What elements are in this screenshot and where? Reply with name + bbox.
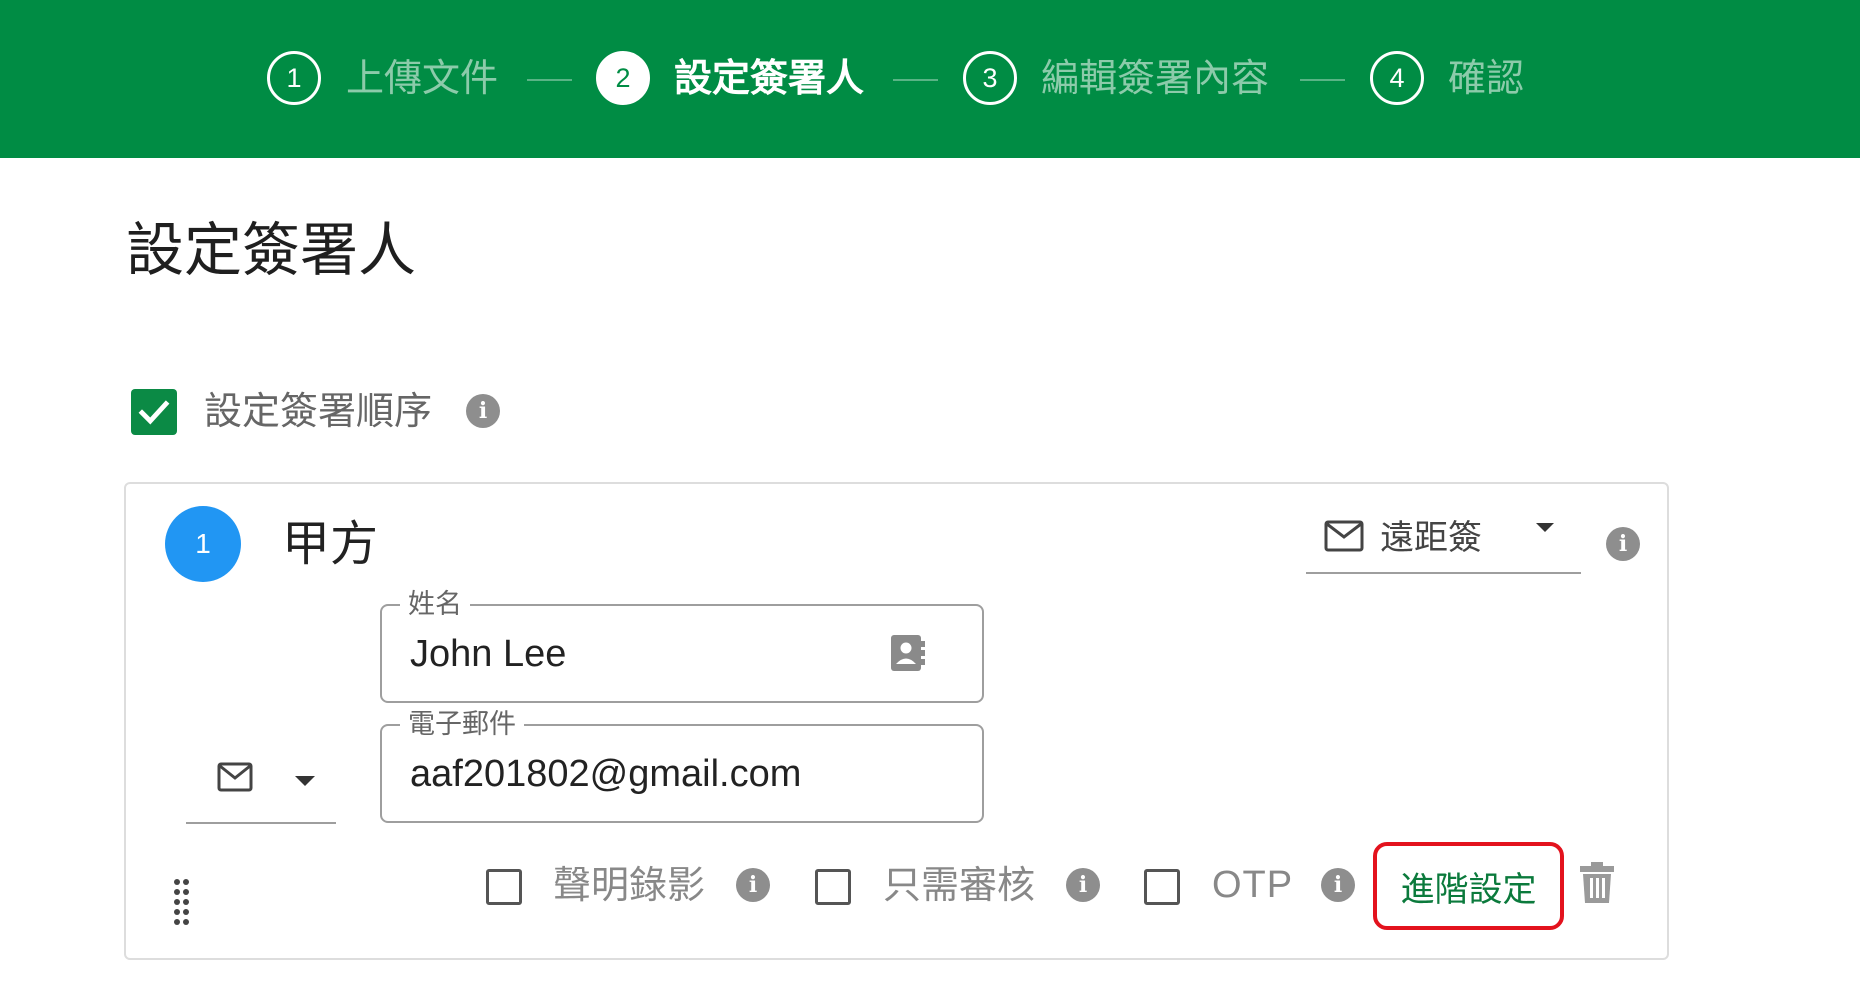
name-field-label: 姓名 xyxy=(400,590,470,620)
step-2-number: 2 xyxy=(615,62,631,93)
advanced-settings-button[interactable]: 進階設定 xyxy=(1373,842,1564,930)
step-2-circle: 2 xyxy=(596,51,650,105)
otp-label: OTP xyxy=(1212,864,1294,906)
step-1-label: 上傳文件 xyxy=(346,56,499,100)
review-only-checkbox[interactable] xyxy=(815,869,851,905)
sign-type-select[interactable]: 遠距簽 xyxy=(1306,512,1581,574)
page-title: 設定簽署人 xyxy=(126,216,417,284)
info-icon[interactable]: i xyxy=(1066,868,1100,902)
name-field-value: John Lee xyxy=(410,633,567,675)
step-2-label: 設定簽署人 xyxy=(674,56,865,100)
step-3-number: 3 xyxy=(982,62,998,93)
step-3-circle: 3 xyxy=(963,51,1017,105)
contact-book-icon[interactable] xyxy=(889,634,927,672)
step-3-label: 編輯簽署內容 xyxy=(1041,56,1270,100)
drag-handle-icon[interactable] xyxy=(173,878,191,926)
email-field-label: 電子郵件 xyxy=(400,710,524,740)
advanced-settings-label: 進階設定 xyxy=(1400,869,1537,910)
mail-icon xyxy=(1324,520,1364,552)
sign-type-value: 遠距簽 xyxy=(1380,518,1482,558)
caret-down-icon xyxy=(1536,523,1554,532)
trash-icon[interactable] xyxy=(1579,861,1615,905)
caret-down-icon xyxy=(295,776,315,786)
info-icon[interactable]: i xyxy=(1321,868,1355,902)
otp-checkbox[interactable] xyxy=(1144,869,1180,905)
review-only-label: 只需審核 xyxy=(883,863,1036,907)
video-statement-checkbox[interactable] xyxy=(486,869,522,905)
step-4-circle: 4 xyxy=(1370,51,1424,105)
step-4-label: 確認 xyxy=(1448,56,1525,100)
step-1-circle: 1 xyxy=(267,51,321,105)
info-icon[interactable]: i xyxy=(466,394,500,428)
notify-method-select[interactable] xyxy=(186,750,336,824)
step-4-number: 4 xyxy=(1389,62,1405,93)
step-connector xyxy=(893,79,938,81)
signer-order-badge: 1 xyxy=(165,506,241,582)
info-icon[interactable]: i xyxy=(736,868,770,902)
step-1-number: 1 xyxy=(286,62,302,93)
video-statement-label: 聲明錄影 xyxy=(553,863,706,907)
checkmark-icon xyxy=(138,400,170,425)
mail-icon xyxy=(217,762,253,792)
email-field-value: aaf201802@gmail.com xyxy=(410,753,802,795)
info-icon[interactable]: i xyxy=(1606,527,1640,561)
signer-party-name: 甲方 xyxy=(282,516,379,572)
step-connector xyxy=(527,79,572,81)
signing-order-label: 設定簽署順序 xyxy=(204,389,433,433)
step-connector xyxy=(1300,79,1345,81)
signing-order-checkbox[interactable] xyxy=(131,389,177,435)
